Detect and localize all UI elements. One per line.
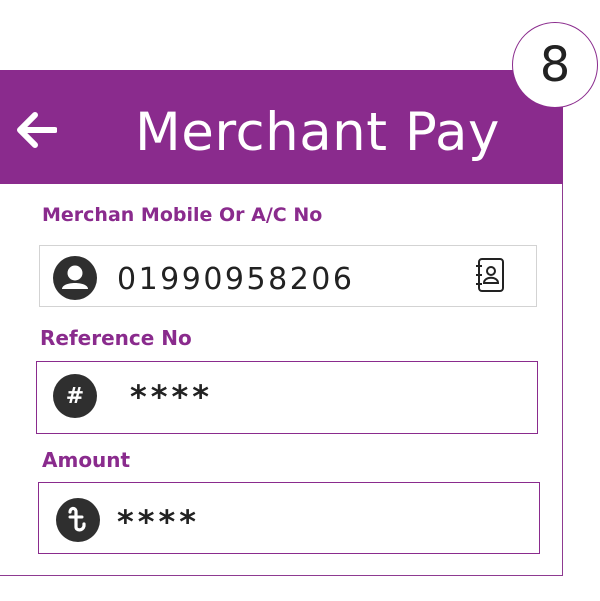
user-icon — [53, 256, 97, 300]
merchant-account-value[interactable]: 01990958206 — [117, 262, 354, 297]
reference-field[interactable] — [36, 361, 538, 434]
arrow-left-icon[interactable] — [15, 112, 57, 148]
amount-label: Amount — [42, 448, 131, 472]
page-title: Merchant Pay — [135, 102, 500, 163]
hash-icon: # — [53, 374, 97, 418]
amount-value[interactable]: **** — [117, 503, 200, 541]
merchant-account-label: Merchan Mobile Or A/C No — [42, 204, 323, 226]
amount-field[interactable] — [38, 482, 540, 554]
reference-value[interactable]: **** — [130, 378, 213, 416]
step-number-badge: 8 — [512, 22, 598, 108]
reference-label: Reference No — [40, 326, 192, 350]
taka-icon — [56, 498, 100, 542]
contact-book-icon[interactable] — [474, 257, 506, 293]
